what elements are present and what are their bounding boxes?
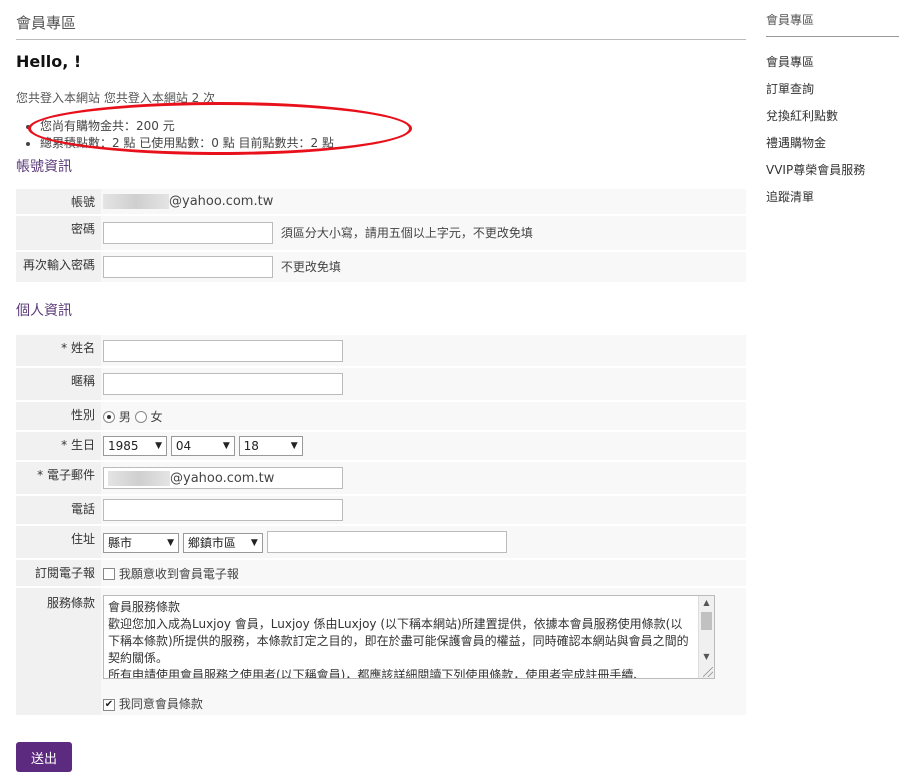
login-count: 您共登入本網站 您共登入本網站 2 次 bbox=[16, 91, 216, 105]
address-label: 住址 bbox=[16, 525, 101, 560]
account-label: 帳號 bbox=[16, 189, 101, 216]
sidebar-item-shopping-credit[interactable]: 禮遇購物金 bbox=[766, 130, 899, 157]
points-total: 總累積點數：2 點 已使用點數：0 點 目前點數共：2 點 bbox=[40, 135, 746, 152]
gender-female-label: 女 bbox=[150, 409, 163, 424]
name-label: * 姓名 bbox=[16, 335, 101, 368]
district-value: 鄉鎮市區 bbox=[187, 535, 236, 550]
nickname-label: 暱稱 bbox=[16, 367, 101, 402]
birth-month-value: 04 bbox=[175, 439, 192, 453]
greeting: Hello, ! bbox=[16, 52, 82, 71]
sidebar-menu: 會員專區 訂單查詢 兌換紅利點數 禮遇購物金 VVIP尊榮會員服務 追蹤清單 bbox=[766, 49, 899, 211]
scroll-thumb[interactable] bbox=[701, 612, 712, 630]
email-value: @yahoo.com.tw bbox=[170, 470, 275, 486]
chevron-down-icon: ▼ bbox=[155, 441, 162, 451]
gender-label: 性別 bbox=[16, 401, 101, 432]
newsletter-label: 訂閱電子報 bbox=[16, 559, 101, 588]
account-section-title: 帳號資訊 bbox=[16, 159, 72, 175]
chevron-down-icon: ▼ bbox=[250, 537, 258, 548]
birth-day-select[interactable]: 18 ▼ bbox=[238, 436, 303, 456]
name-input[interactable] bbox=[103, 339, 343, 362]
sidebar-title: 會員專區 bbox=[766, 11, 899, 37]
gender-female-radio[interactable] bbox=[134, 411, 147, 423]
agree-checkbox[interactable]: ✔ bbox=[103, 698, 115, 711]
account-form: 帳號 @yahoo.com.tw 密碼 須區分大小寫，請用五個以上字元，不更改免… bbox=[16, 189, 746, 284]
sidebar-item-watchlist[interactable]: 追蹤清單 bbox=[766, 184, 899, 211]
points-summary: 您尚有購物金共：200 元 總累積點數：2 點 已使用點數：0 點 目前點數共：… bbox=[16, 118, 746, 152]
newsletter-option: 我願意收到會員電子報 bbox=[118, 566, 239, 581]
password-hint: 須區分大小寫，請用五個以上字元，不更改免填 bbox=[280, 226, 533, 240]
gender-male-label: 男 bbox=[118, 409, 131, 424]
scroll-up-icon[interactable]: ▲ bbox=[699, 596, 714, 610]
terms-scrollbar[interactable]: ▲ ▼ bbox=[698, 596, 714, 678]
main-content: 會員專區 Hello, ! 您共登入本網站 您共登入本網站 2 次 您尚有購物金… bbox=[16, 0, 746, 772]
personal-section-title: 個人資訊 bbox=[16, 303, 72, 319]
birth-year-select[interactable]: 1985 ▼ bbox=[103, 436, 167, 456]
masked-username bbox=[103, 194, 169, 209]
masked-email-user bbox=[108, 470, 170, 486]
phone-input[interactable] bbox=[103, 499, 343, 521]
county-select[interactable]: 縣市 ▼ bbox=[103, 532, 179, 553]
sidebar-item-redeem-points[interactable]: 兌換紅利點數 bbox=[766, 103, 899, 130]
nickname-input[interactable] bbox=[103, 373, 343, 395]
terms-textarea[interactable]: 會員服務條款 歡迎您加入成為Luxjoy 會員，Luxjoy 係由Luxjoy … bbox=[103, 595, 715, 679]
scroll-down-icon[interactable]: ▼ bbox=[699, 650, 714, 664]
email-input[interactable]: @yahoo.com.tw bbox=[103, 467, 343, 489]
submit-button[interactable]: 送出 bbox=[16, 742, 72, 772]
shopping-credit: 您尚有購物金共：200 元 bbox=[40, 118, 746, 135]
birth-month-select[interactable]: 04 ▼ bbox=[170, 436, 235, 456]
terms-text: 會員服務條款 歡迎您加入成為Luxjoy 會員，Luxjoy 係由Luxjoy … bbox=[108, 600, 689, 679]
birthday-label: * 生日 bbox=[16, 431, 101, 462]
address-input[interactable] bbox=[266, 531, 507, 553]
resize-grip-icon[interactable] bbox=[703, 667, 713, 677]
sidebar-item-orders[interactable]: 訂單查詢 bbox=[766, 76, 899, 103]
confirm-password-hint: 不更改免填 bbox=[280, 260, 341, 274]
phone-label: 電話 bbox=[16, 495, 101, 526]
chevron-down-icon: ▼ bbox=[222, 441, 230, 451]
email-label: * 電子郵件 bbox=[16, 461, 101, 496]
confirm-password-input[interactable] bbox=[103, 256, 273, 278]
chevron-down-icon: ▼ bbox=[290, 441, 298, 451]
agree-label: 我同意會員條款 bbox=[118, 697, 203, 711]
county-value: 縣市 bbox=[108, 535, 133, 550]
birth-day-value: 18 bbox=[243, 439, 259, 453]
page-title: 會員專區 bbox=[16, 12, 746, 40]
agree-row: ✔ 我同意會員條款 bbox=[103, 695, 744, 712]
sidebar-item-vvip[interactable]: VVIP尊榮會員服務 bbox=[766, 157, 899, 184]
sidebar-item-member-area[interactable]: 會員專區 bbox=[766, 49, 899, 76]
terms-label: 服務條款 bbox=[16, 587, 101, 717]
password-label: 密碼 bbox=[16, 215, 101, 252]
chevron-down-icon: ▼ bbox=[167, 537, 174, 548]
gender-male-radio[interactable] bbox=[103, 411, 115, 423]
district-select[interactable]: 鄉鎮市區 ▼ bbox=[182, 532, 263, 553]
newsletter-checkbox[interactable] bbox=[103, 568, 115, 580]
password-input[interactable] bbox=[103, 222, 273, 244]
sidebar: 會員專區 會員專區 訂單查詢 兌換紅利點數 禮遇購物金 VVIP尊榮會員服務 追… bbox=[766, 0, 899, 211]
personal-form: * 姓名 暱稱 性別 男 女 * 生日 1985 ▼ 04 ▼ 18 ▼ * 電… bbox=[16, 335, 746, 717]
confirm-password-label: 再次輸入密碼 bbox=[16, 251, 101, 284]
birth-year-value: 1985 bbox=[108, 439, 139, 453]
account-value: @yahoo.com.tw bbox=[169, 194, 274, 209]
